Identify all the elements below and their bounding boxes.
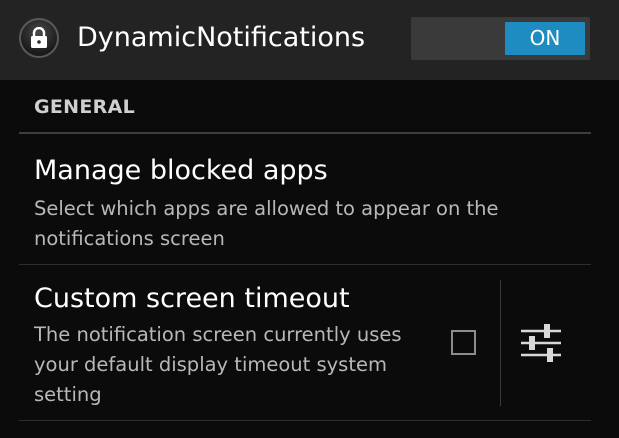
sliders-icon xyxy=(521,324,561,362)
section-divider xyxy=(19,132,591,134)
action-bar: DynamicNotifications ON xyxy=(0,0,619,80)
lock-icon xyxy=(19,18,59,58)
row-divider xyxy=(19,420,591,421)
timeout-settings-button[interactable] xyxy=(517,320,565,366)
master-toggle-switch[interactable]: ON xyxy=(411,17,590,60)
section-header-general: GENERAL xyxy=(34,96,135,118)
pref-summary: The notification screen currently uses y… xyxy=(34,323,402,406)
custom-timeout-checkbox[interactable] xyxy=(451,330,476,355)
vertical-divider xyxy=(500,280,501,406)
toggle-state-label: ON xyxy=(505,22,585,55)
row-divider xyxy=(19,264,591,265)
pref-summary: Select which apps are allowed to appear … xyxy=(34,197,499,250)
app-title: DynamicNotifications xyxy=(77,22,366,53)
pref-title: Manage blocked apps xyxy=(34,155,328,186)
pref-title: Custom screen timeout xyxy=(34,283,350,314)
